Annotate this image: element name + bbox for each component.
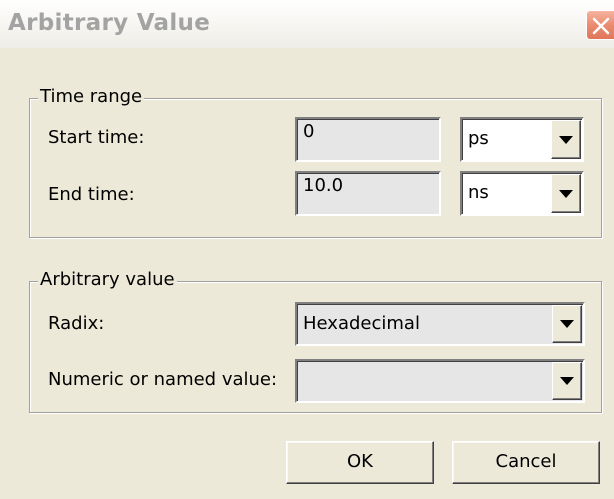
end-time-unit-dropdown-button[interactable] bbox=[551, 174, 581, 213]
end-time-label: End time: bbox=[48, 184, 135, 205]
numeric-value-select[interactable] bbox=[295, 359, 585, 403]
close-button[interactable] bbox=[586, 10, 614, 40]
numeric-value-label: Numeric or named value: bbox=[48, 369, 278, 390]
end-time-unit-select[interactable]: ns bbox=[460, 171, 584, 216]
dialog-window: Arbitrary Value Time range Start time: 0… bbox=[0, 0, 614, 499]
end-time-input[interactable]: 10.0 bbox=[295, 171, 441, 216]
end-time-unit-value: ns bbox=[468, 182, 489, 203]
ok-button[interactable]: OK bbox=[286, 441, 434, 484]
start-time-label: Start time: bbox=[48, 127, 145, 148]
start-time-unit-select[interactable]: ps bbox=[460, 117, 584, 162]
end-time-value: 10.0 bbox=[303, 175, 344, 196]
radix-label: Radix: bbox=[48, 313, 105, 334]
title-bar[interactable]: Arbitrary Value bbox=[0, 0, 614, 48]
radix-value: Hexadecimal bbox=[303, 313, 420, 334]
start-time-unit-dropdown-button[interactable] bbox=[551, 120, 581, 159]
arbitrary-value-legend: Arbitrary value bbox=[38, 269, 177, 290]
cancel-button[interactable]: Cancel bbox=[452, 441, 600, 484]
radix-dropdown-button[interactable] bbox=[552, 305, 582, 343]
radix-select[interactable]: Hexadecimal bbox=[295, 302, 585, 346]
numeric-value-dropdown-button[interactable] bbox=[552, 362, 582, 400]
time-range-legend: Time range bbox=[38, 86, 145, 107]
start-time-input[interactable]: 0 bbox=[295, 117, 441, 162]
start-time-unit-value: ps bbox=[468, 128, 489, 149]
window-title: Arbitrary Value bbox=[8, 10, 211, 36]
start-time-value: 0 bbox=[303, 121, 315, 142]
